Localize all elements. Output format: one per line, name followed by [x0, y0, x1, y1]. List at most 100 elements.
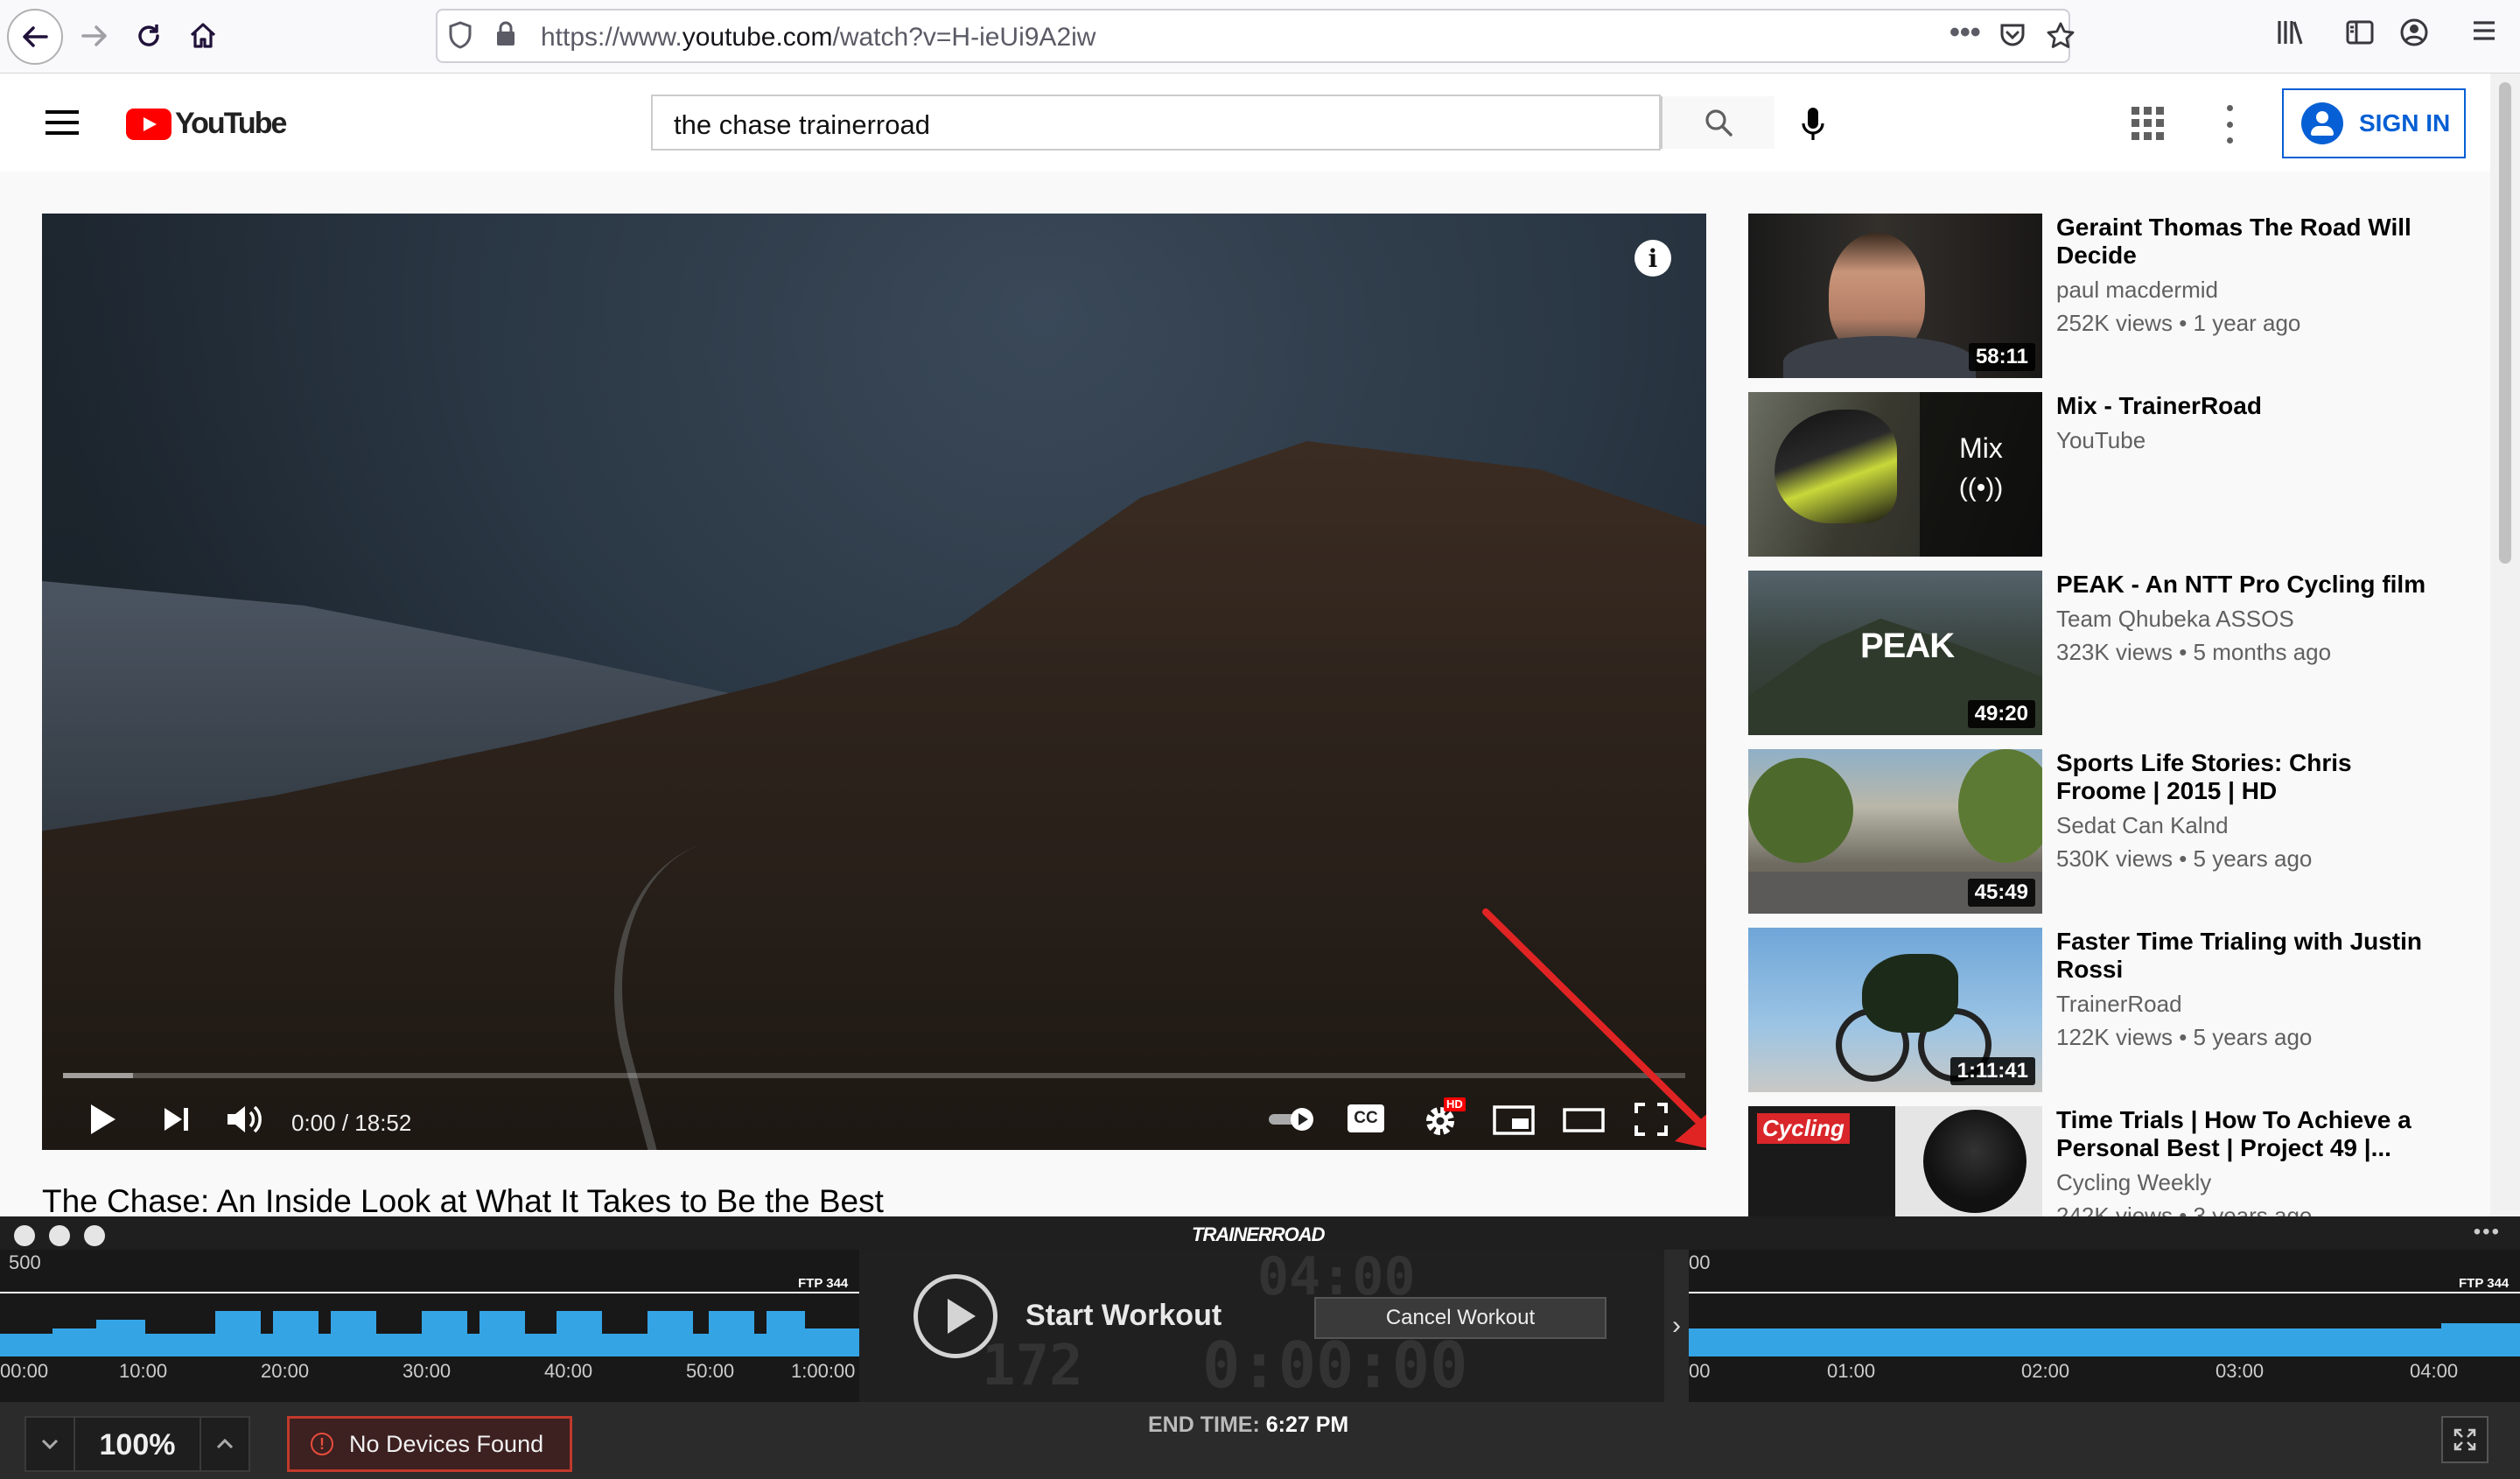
scrollbar-thumb[interactable] [2499, 82, 2511, 564]
peak-title-overlay: PEAK [1860, 627, 1955, 665]
interval-bar [556, 1311, 602, 1356]
video-thumbnail[interactable]: Mix ((•)) [1748, 392, 2042, 557]
more-options-icon[interactable]: ••• [2474, 1220, 2501, 1244]
recommendation-item[interactable]: PEAK 49:20 PEAK - An NTT Pro Cycling fil… [1748, 571, 2466, 735]
recommendation-item[interactable]: Mix ((•)) Mix - TrainerRoad YouTube [1748, 392, 2466, 557]
next-icon [164, 1108, 188, 1131]
workout-chart-right: 00 FTP 344 00 01:00 02:00 03:00 04:00 [1689, 1250, 2520, 1402]
no-devices-button[interactable]: ! No Devices Found [287, 1416, 572, 1472]
voice-search-button[interactable] [1790, 102, 1836, 147]
video-player[interactable]: i 0:00 / 18:52 CC HD [42, 214, 1706, 1150]
chevron-right-icon[interactable]: › [1664, 1250, 1689, 1402]
time-tick: 04:00 [2410, 1360, 2459, 1382]
live-broadcast-icon: ((•)) [1958, 473, 2004, 502]
recommendation-title[interactable]: Geraint Thomas The Road Will Decide [2056, 214, 2441, 270]
video-thumbnail[interactable]: 1:11:41 [1748, 928, 2042, 1092]
recommendation-item[interactable]: 45:49 Sports Life Stories: Chris Froome … [1748, 749, 2466, 914]
video-thumbnail[interactable]: Cycling [1748, 1106, 2042, 1216]
play-button[interactable] [88, 1099, 119, 1139]
interval-bar [648, 1311, 693, 1356]
ftp-line [1689, 1292, 2520, 1293]
trainerroad-titlebar: TRAINERROAD ••• [0, 1216, 2520, 1250]
library-icon[interactable] [2275, 18, 2305, 54]
start-workout-dialog: 04:00 0:00:00 172 Start Workout Cancel W… [859, 1246, 1664, 1402]
channel-name[interactable]: Team Qhubeka ASSOS [2056, 606, 2294, 633]
chevron-up-icon [216, 1438, 234, 1449]
hamburger-menu-icon[interactable] [46, 110, 79, 135]
recommendation-item[interactable]: 1:11:41 Faster Time Trialing with Justin… [1748, 928, 2466, 1092]
forward-button[interactable] [68, 9, 121, 63]
channel-name[interactable]: Sedat Can Kalnd [2056, 812, 2229, 839]
cancel-workout-button[interactable]: Cancel Workout [1314, 1297, 1606, 1339]
thumbnail-shoulders [1783, 336, 1976, 378]
window-minimize-button[interactable] [49, 1225, 70, 1246]
recommendation-item[interactable]: Cycling Time Trials | How To Achieve a P… [1748, 1106, 2466, 1229]
expand-icon[interactable] [2441, 1416, 2488, 1463]
recommendation-title[interactable]: PEAK - An NTT Pro Cycling film [2056, 571, 2441, 599]
sign-in-button[interactable]: SIGN IN [2282, 88, 2466, 158]
autoplay-toggle[interactable] [1267, 1099, 1320, 1139]
star-icon[interactable] [2046, 21, 2076, 58]
account-icon[interactable] [2399, 18, 2429, 54]
video-thumbnail[interactable]: 58:11 [1748, 214, 2042, 378]
home-button[interactable] [177, 9, 229, 63]
youtube-play-logo-icon [126, 108, 172, 140]
time-tick: 30:00 [402, 1360, 452, 1382]
video-duration: 1:11:41 [1950, 1057, 2035, 1085]
channel-name[interactable]: TrainerRoad [2056, 991, 2182, 1018]
recommendation-title[interactable]: Mix - TrainerRoad [2056, 392, 2441, 420]
search-field[interactable]: the chase trainerroad [651, 95, 1774, 151]
ellipsis-icon[interactable]: ••• [1950, 16, 1981, 50]
settings-menu-icon[interactable] [2224, 105, 2235, 144]
shield-icon[interactable] [448, 21, 472, 56]
video-duration: 58:11 [1968, 343, 2035, 371]
search-button[interactable] [1661, 96, 1774, 149]
page-scrollbar[interactable] [2490, 74, 2520, 1220]
channel-name[interactable]: paul macdermid [2056, 277, 2218, 304]
next-button[interactable] [161, 1099, 192, 1139]
channel-name[interactable]: Cycling Weekly [2056, 1169, 2211, 1196]
window-maximize-button[interactable] [84, 1225, 105, 1246]
video-meta: 530K views • 5 years ago [2056, 845, 2313, 872]
recommendation-title[interactable]: Sports Life Stories: Chris Froome | 2015… [2056, 749, 2441, 805]
intensity-decrease-button[interactable] [26, 1418, 75, 1470]
interval-bar [273, 1311, 318, 1356]
sidebar-icon[interactable] [2345, 18, 2375, 54]
youtube-header: YouTube the chase trainerroad SIGN IN [0, 74, 2490, 172]
time-tick: 01:00 [1827, 1360, 1876, 1382]
sign-in-label: SIGN IN [2359, 109, 2451, 137]
captions-button[interactable]: CC [1348, 1099, 1384, 1139]
pocket-icon[interactable] [1998, 21, 2026, 56]
url-text[interactable]: https://www.youtube.com/watch?v=H-ieUi9A… [541, 23, 1096, 53]
info-icon[interactable]: i [1634, 240, 1671, 277]
intensity-increase-button[interactable] [200, 1418, 248, 1470]
recommendation-item[interactable]: 58:11 Geraint Thomas The Road Will Decid… [1748, 214, 2466, 378]
thumbnail-rider [1862, 954, 1958, 1033]
recommendation-title[interactable]: Faster Time Trialing with Justin Rossi [2056, 928, 2441, 984]
progress-bar[interactable] [63, 1073, 1685, 1078]
arrow-left-icon [23, 26, 48, 47]
start-workout-label[interactable]: Start Workout [1026, 1299, 1222, 1333]
apps-grid-icon[interactable] [2132, 107, 2165, 140]
window-close-button[interactable] [14, 1225, 35, 1246]
start-workout-play-button[interactable] [914, 1274, 998, 1358]
address-bar[interactable]: https://www.youtube.com/watch?v=H-ieUi9A… [436, 9, 2075, 63]
interval-bar [2441, 1323, 2520, 1356]
video-duration: 45:49 [1967, 879, 2035, 907]
recommendation-title[interactable]: Time Trials | How To Achieve a Personal … [2056, 1106, 2441, 1162]
mute-button[interactable] [224, 1099, 266, 1139]
reload-button[interactable] [122, 9, 175, 63]
thumbnail-trees-left [1748, 758, 1853, 863]
lock-icon[interactable] [495, 21, 516, 54]
search-input[interactable]: the chase trainerroad [674, 109, 930, 141]
back-button[interactable] [7, 9, 63, 65]
interval-bar [467, 1334, 480, 1356]
trainerroad-bottom-bar: 100% ! No Devices Found END TIME: 6:27 P… [0, 1402, 2520, 1479]
youtube-logo[interactable]: YouTube [126, 107, 287, 141]
video-thumbnail[interactable]: PEAK 49:20 [1748, 571, 2042, 735]
ftp-label: FTP 344 [798, 1276, 849, 1291]
video-thumbnail[interactable]: 45:49 [1748, 749, 2042, 914]
menu-icon[interactable] [2471, 18, 2497, 51]
interval-bar [805, 1328, 859, 1356]
channel-name[interactable]: YouTube [2056, 427, 2146, 454]
